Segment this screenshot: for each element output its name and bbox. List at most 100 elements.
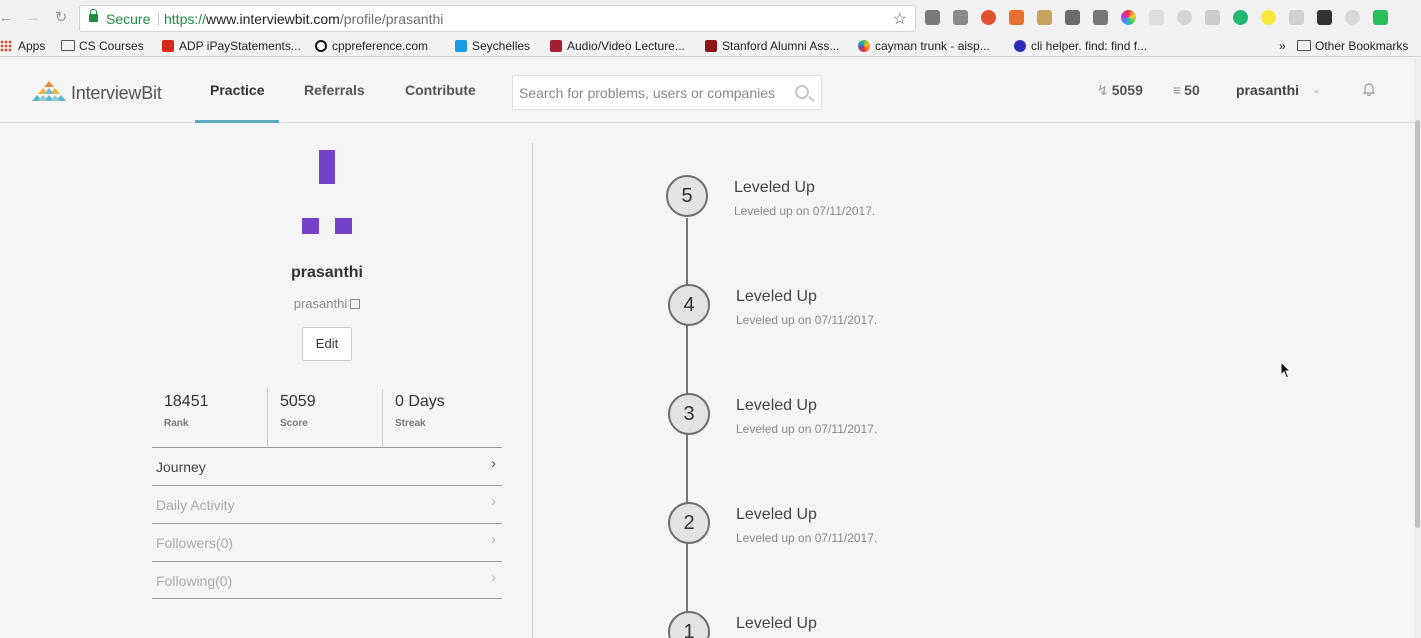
column-divider [532, 143, 533, 638]
menu-following[interactable]: Following(0) › [152, 561, 502, 599]
menu-label: Journey [156, 459, 206, 475]
bookmark-item[interactable]: cppreference.com [315, 38, 428, 54]
extension-icon[interactable] [1009, 10, 1024, 25]
timeline-subtitle: Leveled up on 07/11/2017. [736, 313, 878, 327]
search-icon[interactable] [795, 85, 809, 99]
external-link-icon[interactable] [350, 299, 361, 309]
extension-icon[interactable] [1149, 10, 1164, 25]
cppreference-icon [315, 40, 327, 52]
header-score: ↯ 5059 [1097, 82, 1143, 98]
stat-label: Score [280, 418, 308, 429]
url-text[interactable]: https://www.interviewbit.com/profile/pra… [164, 11, 443, 27]
timeline-level-badge: 3 [668, 393, 710, 435]
stat-label: Streak [395, 418, 426, 429]
extension-icon[interactable] [1205, 10, 1220, 25]
edit-profile-button[interactable]: Edit [302, 327, 352, 361]
extension-icon[interactable] [1121, 10, 1136, 25]
dot-icon [1014, 40, 1026, 52]
secure-label: Secure [106, 11, 151, 27]
header-coins: ≡ 50 [1173, 82, 1200, 98]
address-separator [158, 12, 159, 26]
extension-icon[interactable] [1177, 10, 1192, 25]
mit-icon [550, 40, 562, 52]
profile-stats: 18451 Rank 5059 Score 0 Days Streak [152, 389, 500, 447]
bookmark-item[interactable]: cayman trunk - aisp... [858, 38, 990, 54]
avatar-block [335, 218, 352, 234]
extension-icon[interactable] [1261, 10, 1276, 25]
other-bookmarks[interactable]: Other Bookmarks [1297, 38, 1408, 54]
logo-mark-icon [32, 81, 66, 101]
extension-icon[interactable] [1289, 10, 1304, 25]
menu-journey[interactable]: Journey › [152, 447, 502, 485]
timeline-title: Leveled Up [736, 506, 817, 523]
lightning-icon: ↯ [1097, 82, 1109, 98]
profile-name: prasanthi [290, 264, 363, 281]
extension-icon[interactable] [953, 10, 968, 25]
stat-value: 18451 [164, 393, 209, 410]
extension-icon[interactable] [1037, 10, 1052, 25]
chevron-right-icon: › [491, 455, 496, 472]
avatar [299, 150, 359, 240]
timeline-title: Leveled Up [736, 615, 817, 632]
chevron-right-icon: › [491, 493, 496, 510]
bookmark-apps[interactable]: Apps [0, 38, 45, 54]
extension-icon[interactable] [1373, 10, 1388, 25]
extension-icon[interactable] [1317, 10, 1332, 25]
bookmark-item[interactable]: Audio/Video Lecture... [550, 38, 685, 54]
profile-menu: Journey › Daily Activity › Followers(0) › F… [152, 447, 502, 599]
page-scrollbar[interactable] [1414, 58, 1421, 638]
grammarly-icon[interactable] [1233, 10, 1248, 25]
bookmark-folder[interactable]: CS Courses [61, 38, 144, 54]
stat-value: 5059 [280, 393, 316, 410]
back-icon[interactable]: ← [0, 8, 14, 28]
apple-icon [858, 40, 870, 52]
bookmark-item[interactable]: ADP iPayStatements... [162, 38, 301, 54]
active-nav-indicator [195, 120, 279, 123]
seychelles-icon [455, 40, 467, 52]
coins-icon: ≡ [1173, 82, 1182, 98]
timeline-title: Leveled Up [736, 397, 817, 414]
bookmark-item[interactable]: Stanford Alumni Ass... [705, 38, 839, 54]
search-input[interactable]: Search for problems, users or companies [512, 75, 822, 110]
profile-handle: prasanthi [227, 296, 427, 311]
interviewbit-logo[interactable]: InterviewBit [29, 77, 169, 105]
lock-icon [89, 9, 98, 22]
search-placeholder: Search for problems, users or companies [519, 85, 775, 101]
browser-toolbar: ← → ↻ Secure https://www.interviewbit.co… [0, 0, 1421, 36]
apps-grid-icon [0, 40, 12, 52]
bookmark-star-icon[interactable]: ☆ [893, 9, 907, 29]
timeline-level-badge: 4 [668, 284, 710, 326]
nav-practice[interactable]: Practice [210, 82, 264, 98]
forward-icon[interactable]: → [25, 8, 41, 28]
nav-referrals[interactable]: Referrals [304, 82, 365, 98]
scrollbar-thumb[interactable] [1415, 120, 1420, 528]
extension-icon[interactable] [925, 10, 940, 25]
folder-icon [1297, 40, 1311, 51]
extension-icon[interactable] [981, 10, 996, 25]
menu-daily-activity[interactable]: Daily Activity › [152, 485, 502, 523]
stat-streak: 0 Days Streak [382, 389, 498, 446]
menu-label: Daily Activity [156, 497, 235, 513]
timeline-title: Leveled Up [734, 179, 815, 196]
logo-text: InterviewBit [71, 83, 162, 103]
reload-icon[interactable]: ↻ [53, 8, 69, 28]
extension-icon[interactable] [1345, 10, 1360, 25]
user-menu[interactable]: prasanthi [1236, 82, 1299, 98]
bookmarks-overflow-icon[interactable]: » [1279, 38, 1286, 54]
timeline-subtitle: Leveled up on 07/11/2017. [736, 422, 878, 436]
bookmark-item[interactable]: Seychelles [455, 38, 530, 54]
nav-contribute[interactable]: Contribute [405, 82, 476, 98]
bell-icon[interactable] [1362, 82, 1376, 96]
timeline-subtitle: Leveled up on 07/11/2017. [734, 204, 876, 218]
timeline-title: Leveled Up [736, 288, 817, 305]
address-bar[interactable]: Secure https://www.interviewbit.com/prof… [79, 5, 916, 32]
extension-icon[interactable] [1093, 10, 1108, 25]
chevron-down-icon[interactable]: ⌄ [1312, 83, 1321, 96]
menu-label: Following(0) [156, 573, 233, 589]
site-header: InterviewBit Practice Referrals Contribu… [0, 58, 1421, 123]
bookmark-item[interactable]: cli helper. find: find f... [1014, 38, 1147, 54]
pocket-icon[interactable] [1065, 10, 1080, 25]
menu-followers[interactable]: Followers(0) › [152, 523, 502, 561]
chevron-right-icon: › [491, 531, 496, 548]
timeline-level-badge: 2 [668, 502, 710, 544]
